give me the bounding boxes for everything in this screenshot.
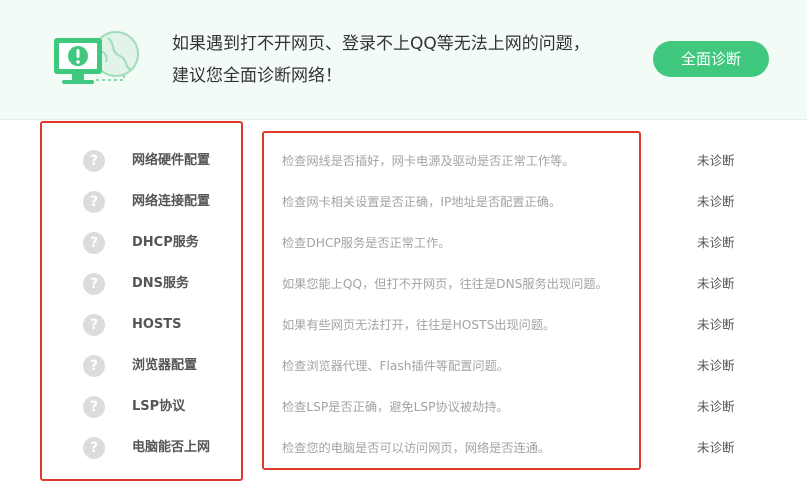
check-list: ? 网络硬件配置 检查网线是否插好，网卡电源及驱动是否正常工作等。 未诊断 ? … — [0, 140, 807, 468]
check-name: DHCP服务 — [132, 235, 199, 250]
question-icon: ? — [83, 314, 105, 336]
check-name: LSP协议 — [132, 399, 186, 414]
check-name: HOSTS — [132, 317, 182, 332]
question-icon: ? — [83, 437, 105, 459]
monitor-alert-globe-icon — [54, 31, 139, 84]
check-status: 未诊断 — [697, 317, 735, 332]
check-name: 浏览器配置 — [132, 358, 198, 373]
check-row-connection: ? 网络连接配置 检查网卡相关设置是否正确，IP地址是否配置正确。 未诊断 — [0, 181, 807, 222]
check-status: 未诊断 — [697, 153, 735, 168]
question-icon: ? — [83, 355, 105, 377]
check-description: 检查LSP是否正确，避免LSP协议被劫持。 — [282, 400, 509, 414]
question-icon: ? — [83, 232, 105, 254]
check-status: 未诊断 — [697, 276, 735, 291]
check-row-dhcp: ? DHCP服务 检查DHCP服务是否正常工作。 未诊断 — [0, 222, 807, 263]
check-description: 检查网卡相关设置是否正确，IP地址是否配置正确。 — [282, 195, 562, 209]
check-row-browser: ? 浏览器配置 检查浏览器代理、Flash插件等配置问题。 未诊断 — [0, 345, 807, 386]
check-status: 未诊断 — [697, 194, 735, 209]
check-row-lsp: ? LSP协议 检查LSP是否正确，避免LSP协议被劫持。 未诊断 — [0, 386, 807, 427]
check-description: 检查网线是否插好，网卡电源及驱动是否正常工作等。 — [282, 154, 575, 168]
check-status: 未诊断 — [697, 235, 735, 250]
check-description: 如果您能上QQ，但打不开网页，往往是DNS服务出现问题。 — [282, 277, 608, 291]
check-description: 如果有些网页无法打开，往往是HOSTS出现问题。 — [282, 318, 556, 332]
check-status: 未诊断 — [697, 399, 735, 414]
banner-message-line-2: 建议您全面诊断网络！ — [172, 66, 342, 86]
check-row-dns: ? DNS服务 如果您能上QQ，但打不开网页，往往是DNS服务出现问题。 未诊断 — [0, 263, 807, 304]
check-status: 未诊断 — [697, 358, 735, 373]
check-row-hardware: ? 网络硬件配置 检查网线是否插好，网卡电源及驱动是否正常工作等。 未诊断 — [0, 140, 807, 181]
check-name: DNS服务 — [132, 276, 190, 291]
diagnose-banner: 如果遇到打不开网页、登录不上QQ等无法上网的问题， 建议您全面诊断网络！ 全面诊… — [0, 0, 807, 120]
full-diagnose-button[interactable]: 全面诊断 — [653, 41, 769, 77]
check-description: 检查浏览器代理、Flash插件等配置问题。 — [282, 359, 509, 373]
check-name: 网络连接配置 — [132, 194, 211, 209]
check-description: 检查DHCP服务是否正常工作。 — [282, 236, 451, 250]
question-icon: ? — [83, 273, 105, 295]
check-status: 未诊断 — [697, 440, 735, 455]
question-icon: ? — [83, 191, 105, 213]
check-description: 检查您的电脑是否可以访问网页，网络是否连通。 — [282, 441, 551, 455]
question-icon: ? — [83, 150, 105, 172]
check-name: 电脑能否上网 — [132, 440, 211, 455]
banner-message-line-1: 如果遇到打不开网页、登录不上QQ等无法上网的问题， — [172, 34, 590, 54]
check-name: 网络硬件配置 — [132, 153, 211, 168]
banner-message: 如果遇到打不开网页、登录不上QQ等无法上网的问题， 建议您全面诊断网络！ — [172, 28, 612, 92]
check-row-hosts: ? HOSTS 如果有些网页无法打开，往往是HOSTS出现问题。 未诊断 — [0, 304, 807, 345]
check-row-internet: ? 电脑能否上网 检查您的电脑是否可以访问网页，网络是否连通。 未诊断 — [0, 427, 807, 468]
question-icon: ? — [83, 396, 105, 418]
